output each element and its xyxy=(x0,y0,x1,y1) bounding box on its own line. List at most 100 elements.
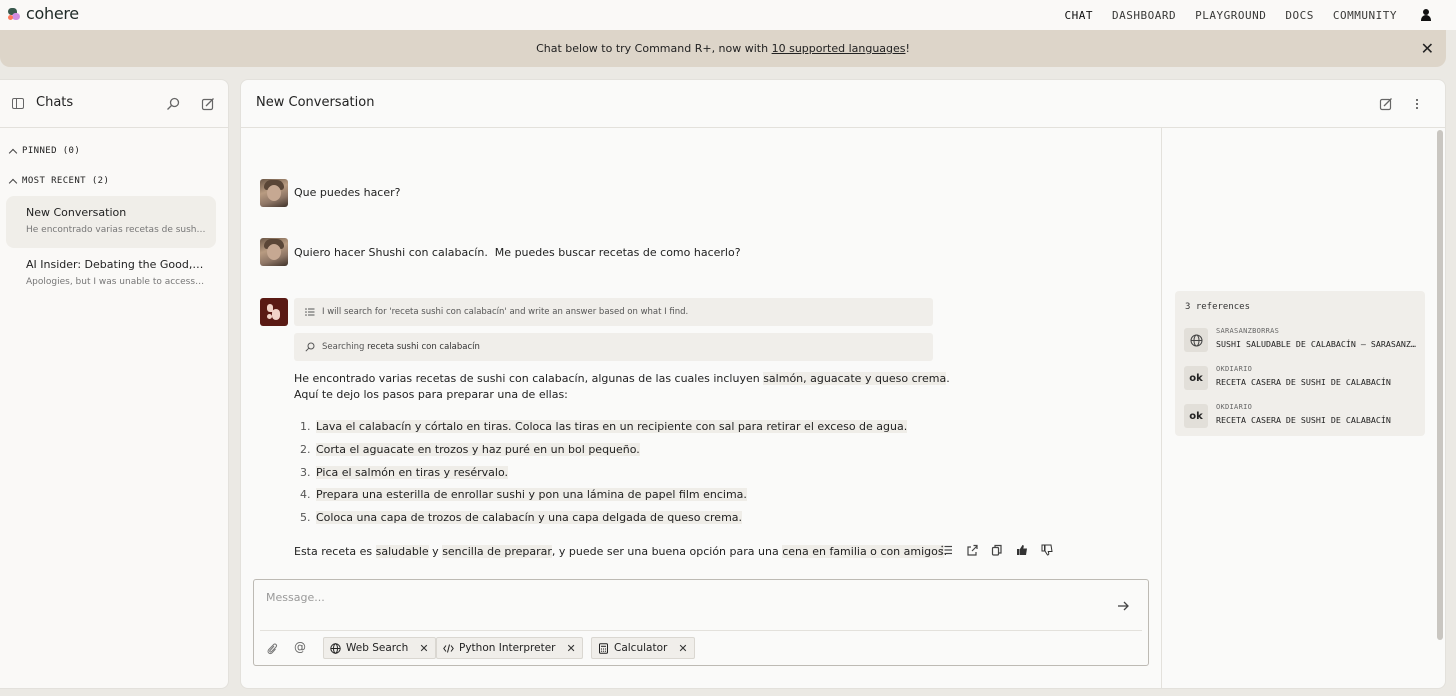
answer-outro: Esta receta es saludable y sencilla de p… xyxy=(294,544,947,560)
reference-title: RECETA CASERA DE SUSHI DE CALABACÍN xyxy=(1216,415,1391,425)
cohere-logo[interactable]: cohere xyxy=(8,4,79,23)
message-actions xyxy=(941,544,1053,556)
nav-link-playground[interactable]: PLAYGROUND xyxy=(1195,9,1266,22)
citation[interactable]: cena en familia o con amigos xyxy=(782,545,944,558)
remove-tool-icon[interactable]: ✕ xyxy=(678,642,687,655)
list-item: 3. Pica el salmón en tiras y resérvalo. xyxy=(300,466,509,479)
remove-tool-icon[interactable]: ✕ xyxy=(566,642,575,655)
tool-chip-label: Python Interpreter xyxy=(459,642,556,654)
conversation-item[interactable]: AI Insider: Debating the Good, the Bad a… xyxy=(6,248,216,300)
chats-sidebar: Chats PINNED (0) MOST RECENT (2) New Con… xyxy=(0,79,229,689)
citation[interactable]: Prepara una esterilla de enrollar sushi … xyxy=(316,488,747,501)
at-mention-icon[interactable]: @ xyxy=(294,640,306,654)
step-number: 3. xyxy=(300,466,311,479)
sidebar-toggle-icon[interactable] xyxy=(12,98,24,109)
nav-link-dashboard[interactable]: DASHBOARD xyxy=(1112,9,1176,22)
reference-item[interactable]: SARASANZBORRAS SUSHI SALUDABLE DE CALABA… xyxy=(1184,325,1420,355)
thumbs-up-icon[interactable] xyxy=(1016,544,1028,556)
chevron-up-icon xyxy=(8,178,18,187)
reference-source: OKDIARIO xyxy=(1216,365,1253,373)
globe-icon xyxy=(330,642,341,654)
nav-links: CHAT DASHBOARD PLAYGROUND DOCS COMMUNITY xyxy=(1065,0,1432,30)
nav-link-chat[interactable]: CHAT xyxy=(1065,9,1094,22)
citation[interactable]: sencilla de preparar xyxy=(442,545,552,558)
banner-languages-link[interactable]: 10 supported languages xyxy=(772,42,906,55)
composer-divider xyxy=(260,630,1142,631)
list-icon xyxy=(305,308,315,316)
recent-section-toggle[interactable]: MOST RECENT (2) xyxy=(8,176,110,187)
chat-panel: New Conversation Que puedes hacer? Quier… xyxy=(240,79,1446,689)
answer-text: Aquí te dejo los pasos para preparar una… xyxy=(294,388,568,401)
citation[interactable]: Corta el aguacate en trozos y haz puré e… xyxy=(316,443,640,456)
remove-tool-icon[interactable]: ✕ xyxy=(419,642,428,655)
user-message: Quiero hacer Shushi con calabacín. Me pu… xyxy=(294,246,741,259)
chat-header: New Conversation xyxy=(241,80,1445,128)
tool-chip-web-search: Web Search ✕ xyxy=(323,637,436,659)
reference-source: OKDIARIO xyxy=(1216,403,1253,411)
pinned-section-toggle[interactable]: PINNED (0) xyxy=(8,146,81,157)
tool-plan-step[interactable]: I will search for 'receta sushi con cala… xyxy=(294,298,933,326)
citation[interactable]: Lava el calabacín y córtalo en tiras. Co… xyxy=(316,420,908,433)
user-account-icon[interactable] xyxy=(1420,9,1432,21)
reference-item[interactable]: ok OKDIARIO RECETA CASERA DE SUSHI DE CA… xyxy=(1184,363,1420,393)
list-item: 4. Prepara una esterilla de enrollar sush… xyxy=(300,488,747,501)
conversation-item[interactable]: New Conversation He encontrado varias re… xyxy=(6,196,216,248)
list-item: 2. Corta el aguacate en trozos y haz puré… xyxy=(300,443,640,456)
step-number: 2. xyxy=(300,443,311,456)
tool-search-label: Searching xyxy=(322,342,365,352)
tool-search-query: receta sushi con calabacín xyxy=(367,342,480,352)
tool-chip-python-interpreter: Python Interpreter ✕ xyxy=(436,637,583,659)
references-count: 3 references xyxy=(1185,302,1251,312)
share-icon[interactable] xyxy=(966,544,978,556)
citation[interactable]: salmón, aguacate y queso crema xyxy=(763,372,947,385)
thumbs-down-icon[interactable] xyxy=(1041,544,1053,556)
recent-label: MOST RECENT (2) xyxy=(22,176,110,186)
answer-text: Esta receta es xyxy=(294,545,376,558)
pinned-label: PINNED (0) xyxy=(22,146,81,156)
citation[interactable]: Pica el salmón en tiras y resérvalo. xyxy=(316,466,509,479)
tool-chip-label: Calculator xyxy=(614,642,668,654)
nav-link-docs[interactable]: DOCS xyxy=(1285,9,1314,22)
send-arrow-icon[interactable] xyxy=(1116,599,1130,613)
okdiario-logo-icon: ok xyxy=(1184,366,1208,390)
search-icon[interactable] xyxy=(166,97,180,111)
edit-icon[interactable] xyxy=(1379,97,1393,111)
reference-title: SUSHI SALUDABLE DE CALABACÍN – SARASANZB… xyxy=(1216,339,1416,349)
top-nav: cohere CHAT DASHBOARD PLAYGROUND DOCS CO… xyxy=(0,0,1456,30)
sidebar-title: Chats xyxy=(36,95,74,110)
chevron-up-icon xyxy=(8,148,18,157)
close-icon[interactable]: ✕ xyxy=(1421,39,1434,58)
scrollbar[interactable] xyxy=(1437,130,1443,640)
references-divider xyxy=(1161,128,1162,688)
conversation-snippet: Apologies, but I was unable to access th… xyxy=(26,277,206,287)
list-item: 5. Coloca una capa de trozos de calabacín… xyxy=(300,511,743,524)
citation[interactable]: saludable xyxy=(375,545,429,558)
answer-intro: He encontrado varias recetas de sushi co… xyxy=(294,371,950,403)
cohere-logo-mark-icon xyxy=(8,7,22,21)
tool-chip-calculator: Calculator ✕ xyxy=(591,637,695,659)
paperclip-icon[interactable] xyxy=(266,642,278,656)
copy-icon[interactable] xyxy=(991,544,1003,556)
reference-title: RECETA CASERA DE SUSHI DE CALABACÍN xyxy=(1216,377,1391,387)
bot-avatar xyxy=(260,298,288,326)
nav-link-community[interactable]: COMMUNITY xyxy=(1333,9,1397,22)
list-icon[interactable] xyxy=(941,544,953,556)
answer-text: y xyxy=(428,545,443,558)
banner-text-end: ! xyxy=(905,42,910,55)
calculator-icon xyxy=(599,642,608,654)
user-message: Que puedes hacer? xyxy=(294,186,401,199)
code-icon xyxy=(443,643,454,653)
step-number: 4. xyxy=(300,488,311,501)
banner-text: Chat below to try Command R+, now with xyxy=(536,42,772,55)
message-input[interactable] xyxy=(266,591,1086,604)
conversation-title: New Conversation xyxy=(26,206,127,219)
message-composer: @ Web Search ✕ Python Interpreter ✕ xyxy=(253,579,1149,666)
tool-search-step[interactable]: Searching receta sushi con calabacín xyxy=(294,333,933,361)
logo-text: cohere xyxy=(26,4,79,23)
search-icon xyxy=(305,342,315,352)
new-chat-icon[interactable] xyxy=(201,97,215,111)
reference-item[interactable]: ok OKDIARIO RECETA CASERA DE SUSHI DE CA… xyxy=(1184,401,1420,431)
step-number: 5. xyxy=(300,511,311,524)
more-options-icon[interactable] xyxy=(1413,97,1421,111)
citation[interactable]: Coloca una capa de trozos de calabacín y… xyxy=(316,511,743,524)
